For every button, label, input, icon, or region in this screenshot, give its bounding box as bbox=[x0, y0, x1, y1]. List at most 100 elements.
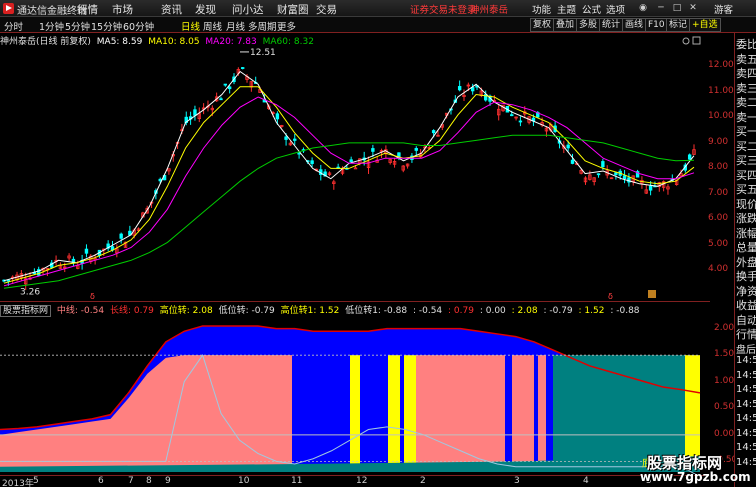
candle-body bbox=[687, 154, 692, 160]
side-panel-item[interactable]: 14:5 bbox=[736, 413, 756, 424]
candle-body bbox=[297, 152, 301, 155]
candle-body bbox=[84, 248, 89, 254]
price-tick-label: 8.00 bbox=[708, 162, 729, 173]
date-tick-label: 11 bbox=[291, 476, 303, 486]
signal-band bbox=[505, 355, 512, 472]
ma10-label: MA10: 8.05 bbox=[148, 37, 200, 47]
minimize-icon[interactable]: ─ bbox=[655, 2, 667, 14]
peak-price-label: 12.51 bbox=[250, 48, 276, 58]
price-tick-label: 7.00 bbox=[708, 187, 729, 198]
side-panel-item[interactable]: 14:5 bbox=[736, 370, 756, 381]
signal-band bbox=[292, 355, 350, 472]
candle-body bbox=[371, 148, 375, 152]
period-daily[interactable]: 日线 bbox=[181, 19, 200, 33]
signal-band bbox=[404, 355, 416, 472]
close-icon[interactable]: ✕ bbox=[687, 2, 699, 14]
main-chart-info: 神州泰岳(日线 前复权) MA5: 8.59 MA10: 8.05 MA20: … bbox=[0, 34, 710, 47]
menu-theme[interactable]: 主题 bbox=[557, 2, 576, 16]
candle-body bbox=[470, 87, 475, 92]
ma-line-ma60 bbox=[3, 134, 695, 289]
period-5min[interactable]: 5分钟 bbox=[65, 19, 90, 33]
candle-body bbox=[614, 172, 618, 175]
side-panel-item[interactable]: 盘后 bbox=[736, 341, 756, 356]
candle-body bbox=[596, 173, 601, 176]
date-tick-label: 3 bbox=[514, 476, 520, 486]
indicator-tick-label: 2.00 bbox=[714, 322, 735, 333]
side-panel-item[interactable]: 14:5 bbox=[736, 457, 756, 468]
event-marker: δ bbox=[90, 292, 95, 301]
date-tick-label: 2 bbox=[420, 476, 426, 486]
menu-formula[interactable]: 公式 bbox=[582, 2, 601, 16]
add-watchlist-button[interactable]: +自选 bbox=[689, 18, 721, 32]
overlay-button[interactable]: 叠加 bbox=[553, 18, 578, 32]
candle-body bbox=[431, 130, 436, 134]
multi-stock-button[interactable]: 多股 bbox=[576, 18, 601, 32]
period-weekly[interactable]: 周线 bbox=[203, 19, 222, 33]
menu-ask[interactable]: 问小达 bbox=[232, 2, 264, 17]
date-tick-label: 8 bbox=[146, 476, 152, 486]
period-1min[interactable]: 1分钟 bbox=[39, 19, 64, 33]
price-tick-label: 9.00 bbox=[708, 136, 729, 147]
event-marker: δ bbox=[608, 292, 613, 301]
user-icon[interactable]: ◉ bbox=[637, 2, 649, 14]
candle-body bbox=[6, 279, 11, 282]
menu-wealth[interactable]: 财富圈 bbox=[277, 2, 309, 17]
candle-body bbox=[119, 233, 123, 239]
period-60min[interactable]: 60分钟 bbox=[123, 19, 154, 33]
side-panel-item[interactable]: 14:5 bbox=[736, 355, 756, 366]
price-tick-label: 10.00 bbox=[708, 111, 734, 122]
menu-trade[interactable]: 交易 bbox=[316, 2, 337, 17]
price-chart[interactable]: 12.51 3.26 δ δ bbox=[0, 34, 710, 302]
candle-body bbox=[293, 138, 297, 141]
period-timeshare[interactable]: 分时 bbox=[4, 19, 23, 33]
side-panel-item[interactable]: 14:5 bbox=[736, 442, 756, 453]
candle-body bbox=[227, 86, 232, 90]
candle-body bbox=[353, 167, 358, 170]
candle-body bbox=[193, 109, 197, 116]
signal-band bbox=[416, 355, 505, 472]
date-tick-label: 6 bbox=[98, 476, 104, 486]
candle-body bbox=[457, 86, 462, 91]
side-panel-item[interactable]: 14:5 bbox=[736, 399, 756, 410]
menu-quotes[interactable]: 行情 bbox=[77, 2, 98, 17]
adjust-button[interactable]: 复权 bbox=[530, 18, 555, 32]
candle-body bbox=[240, 67, 245, 69]
period-more[interactable]: 更多 bbox=[277, 19, 296, 33]
menu-discover[interactable]: 发现 bbox=[195, 2, 216, 17]
period-monthly[interactable]: 月线 bbox=[226, 19, 245, 33]
price-tick-label: 6.00 bbox=[708, 213, 729, 224]
maximize-icon[interactable]: □ bbox=[671, 2, 683, 14]
guest-label[interactable]: 游客 bbox=[714, 2, 733, 16]
ma5-label: MA5: 8.59 bbox=[96, 37, 143, 47]
indicator-chart[interactable]: 底 bbox=[0, 314, 710, 474]
menu-options[interactable]: 选项 bbox=[606, 2, 625, 16]
signal-band bbox=[360, 355, 388, 472]
period-15min[interactable]: 15分钟 bbox=[91, 19, 122, 33]
side-panel-item[interactable]: 14:5 bbox=[736, 428, 756, 439]
app-logo-icon bbox=[3, 3, 14, 14]
indicator-tick-label: 0.00 bbox=[714, 428, 735, 439]
f10-button[interactable]: F10 bbox=[645, 18, 668, 32]
ma20-label: MA20: 7.83 bbox=[205, 37, 257, 47]
menu-function[interactable]: 功能 bbox=[532, 2, 551, 16]
ma-line-ma5 bbox=[3, 70, 695, 282]
signal-band bbox=[400, 355, 404, 472]
login-notice[interactable]: 证券交易未登录 bbox=[410, 2, 477, 16]
stock-name-link[interactable]: 神州泰岳 bbox=[470, 2, 508, 16]
candle-body bbox=[275, 113, 280, 120]
mark-button[interactable]: 标记 bbox=[666, 18, 691, 32]
draw-line-button[interactable]: 画线 bbox=[622, 18, 647, 32]
price-axis: 12.00 11.00 10.00 9.00 8.00 7.00 6.00 5.00 4.00 bbox=[706, 34, 734, 302]
indicator-tick-label: 1.50 bbox=[714, 349, 735, 360]
candle-body bbox=[310, 160, 314, 164]
menu-news[interactable]: 资讯 bbox=[161, 2, 182, 17]
signal-band bbox=[546, 355, 553, 472]
period-multi[interactable]: 多周期 bbox=[248, 19, 277, 33]
date-tick-label: 7 bbox=[128, 476, 134, 486]
candle-body bbox=[510, 114, 514, 117]
stats-button[interactable]: 统计 bbox=[599, 18, 624, 32]
tdx-terminal-window: 通达信金融终端 行情 市场 资讯 发现 问小达 财富圈 交易 证券交易未登录 神… bbox=[0, 0, 756, 487]
signal-band bbox=[534, 355, 538, 472]
side-panel-item[interactable]: 14:5 bbox=[736, 384, 756, 395]
menu-market[interactable]: 市场 bbox=[112, 2, 133, 17]
